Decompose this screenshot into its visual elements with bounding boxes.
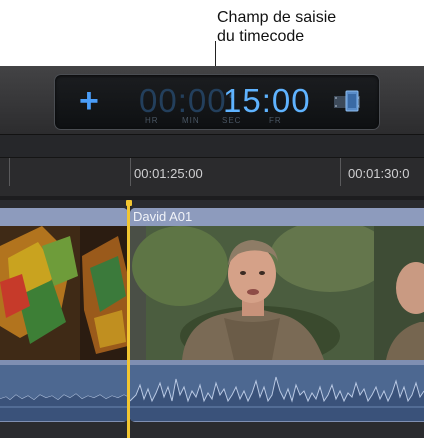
callout-line-2: du timecode [217, 28, 305, 45]
clip-left[interactable] [0, 208, 128, 422]
timecode-entry-field[interactable]: + 00:00: 15:00 HR MIN SEC FR [54, 74, 380, 130]
clip-title: David A01 [133, 209, 193, 224]
clip-david-a01[interactable]: David A01 [130, 208, 424, 422]
unit-label-fr: FR [269, 116, 282, 125]
clip-left-header [0, 208, 128, 226]
filmstrip-icon[interactable] [332, 88, 362, 114]
playhead[interactable] [127, 202, 130, 438]
final-cut-timeline-window: + 00:00: 15:00 HR MIN SEC FR 00:01:25:00… [0, 66, 424, 438]
unit-label-min: MIN [182, 116, 200, 125]
unit-label-hr: HR [145, 116, 159, 125]
clip-right-header: David A01 [130, 208, 424, 226]
plus-icon[interactable]: + [79, 81, 99, 121]
ruler-tick [9, 158, 10, 186]
ruler-tick [130, 158, 131, 186]
primary-storyline: David A01 [0, 200, 424, 438]
clip-right-thumbnails [130, 226, 424, 360]
ruler-label-0125: 00:01:25:00 [134, 166, 203, 181]
unit-label-sec: SEC [222, 116, 242, 125]
callout-line-1: Champ de saisie [217, 9, 337, 26]
clip-right-audio-waveform [130, 365, 424, 421]
ruler-label-0130: 00:01:30:0 [348, 166, 410, 181]
clip-left-audio-waveform [0, 365, 128, 421]
timecode-callout: Champ de saisie du timecode [217, 8, 336, 46]
timecode-active-digits: 15:00 [223, 82, 311, 119]
ruler-tick [340, 158, 341, 186]
toolbar: + 00:00: 15:00 HR MIN SEC FR [0, 66, 424, 135]
timeline-header-bar [0, 135, 424, 158]
clip-left-thumbnails [0, 226, 128, 360]
timeline-ruler[interactable]: 00:01:25:00 00:01:30:0 [0, 158, 424, 196]
